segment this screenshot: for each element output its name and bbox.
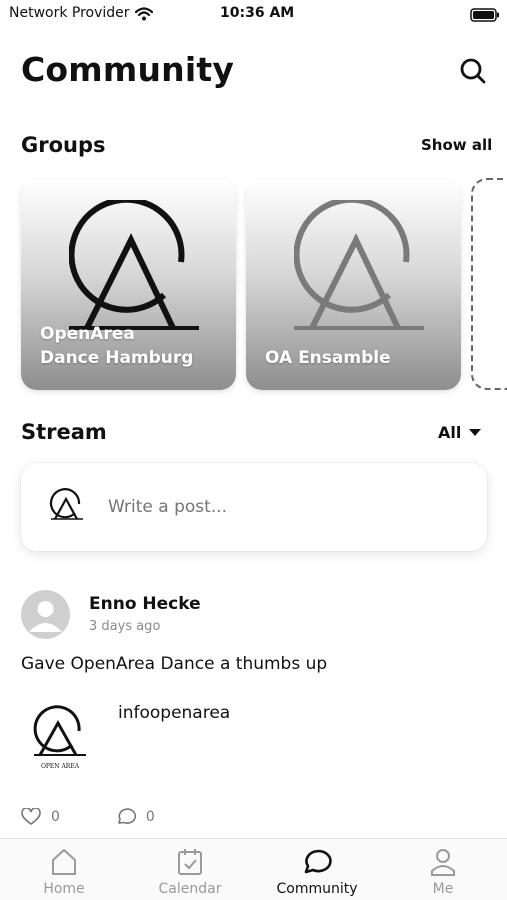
add-group-placeholder[interactable] [471,178,507,390]
person-icon [431,849,455,876]
group-card-openarea-dance-hamburg[interactable]: OpenArea Dance Hamburg [21,180,236,390]
like-button[interactable]: 0 [21,808,60,826]
wifi-icon [134,6,154,25]
group-card-label: OpenArea Dance Hamburg [40,324,194,368]
attachment-logo-caption: OPEN AREA [41,763,80,770]
chat-bubble-icon [304,849,332,874]
post-text-suffix: a thumbs up [214,654,328,674]
tab-label: Community [276,881,358,897]
openarea-logo [294,200,424,330]
search-icon [460,58,486,84]
comment-icon [118,808,136,824]
caret-down-icon [469,429,482,436]
group-card-label: OA Ensamble [265,348,391,368]
post-timestamp: 3 days ago [89,619,161,634]
tab-label: Me [432,881,454,897]
clock: 10:36 AM [220,5,295,21]
groups-title: Groups [21,133,106,157]
stream-filter-label: All [438,423,462,442]
page-title: Community [21,50,235,89]
tab-label: Calendar [158,881,222,897]
stream-title: Stream [21,420,107,444]
openarea-logo [49,488,83,520]
carrier-label: Network Provider [9,5,130,21]
group-card-oa-ensamble[interactable]: OA Ensamble [246,180,461,390]
avatar[interactable] [21,590,70,639]
post-input[interactable] [108,497,438,517]
calendar-icon [178,849,202,875]
group-link[interactable]: OpenArea Dance [71,654,215,674]
heart-icon [21,808,41,825]
battery-icon [470,7,500,26]
post-composer[interactable] [21,463,487,551]
like-count: 0 [51,809,60,825]
tab-bar: Home Calendar Community Me [0,838,507,900]
tab-community[interactable]: Community [267,847,367,897]
show-all-link[interactable]: Show all [421,136,492,154]
tab-home[interactable]: Home [14,847,114,897]
comment-button[interactable]: 0 [116,808,155,826]
search-button[interactable] [458,56,488,86]
home-icon [52,849,76,875]
post-reactions: 0 0 [21,808,211,826]
comment-count: 0 [145,809,155,825]
tab-calendar[interactable]: Calendar [140,847,240,897]
stream-filter-dropdown[interactable]: All [438,423,482,442]
post-text-prefix: Gave [21,654,71,674]
openarea-logo[interactable]: OPEN AREA [30,705,90,771]
tab-me[interactable]: Me [393,847,493,897]
post-text: Gave OpenArea Dance a thumbs up [21,654,327,674]
attachment-name[interactable]: infoopenarea [118,703,230,723]
person-icon [29,601,62,632]
openarea-logo [69,200,199,330]
tab-label: Home [43,881,85,897]
post-author[interactable]: Enno Hecke [89,594,201,614]
status-bar: Network Provider 10:36 AM [0,0,507,28]
